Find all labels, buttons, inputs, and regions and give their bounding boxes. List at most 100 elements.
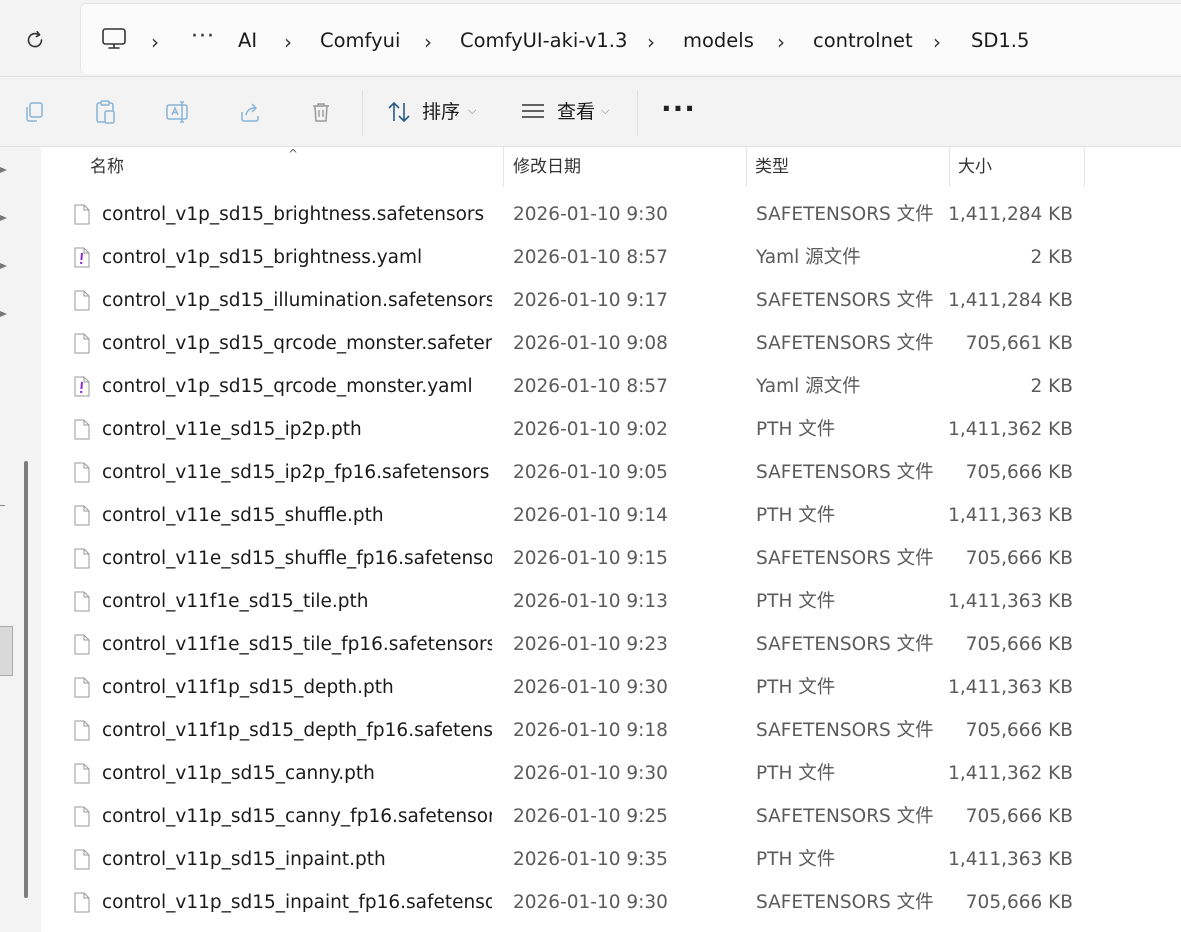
chevron-right-icon[interactable]: ›: [777, 30, 785, 54]
file-type: PTH 文件: [756, 505, 836, 526]
pin-icon[interactable]: [0, 165, 10, 175]
file-row[interactable]: control_v11p_sd15_canny_fp16.safetensors…: [41, 796, 1181, 839]
sort-button[interactable]: 排序 ⌵: [380, 78, 490, 146]
breadcrumb-item[interactable]: Comfyui: [320, 28, 400, 54]
file-date: 2026-01-10 9:35: [513, 849, 668, 870]
file-size: 2 KB: [1030, 376, 1073, 397]
chevron-right-icon[interactable]: ›: [647, 30, 655, 54]
yaml-file-icon: [74, 247, 90, 268]
yaml-file-icon: [74, 376, 90, 397]
nav-item-selected[interactable]: [0, 626, 13, 676]
file-row[interactable]: control_v11f1p_sd15_depth.pth 2026-01-10 …: [41, 667, 1181, 710]
blank-file-icon: [74, 677, 90, 698]
file-row[interactable]: control_v1p_sd15_brightness.safetensors 2…: [41, 194, 1181, 237]
blank-file-icon: [74, 849, 90, 870]
sort-label: 排序: [422, 101, 461, 123]
breadcrumb-item[interactable]: models: [683, 28, 754, 54]
file-size: 1,411,284 KB: [948, 204, 1073, 225]
column-header-name[interactable]: 名称: [90, 147, 124, 187]
file-name: control_v11f1p_sd15_depth.pth: [102, 677, 394, 698]
pin-icon[interactable]: [0, 213, 10, 223]
file-name: control_v11p_sd15_canny.pth: [102, 763, 375, 784]
more-icon[interactable]: ···: [661, 92, 696, 125]
divider: [0, 505, 5, 506]
file-row[interactable]: control_v11e_sd15_shuffle.pth 2026-01-10 …: [41, 495, 1181, 538]
file-row[interactable]: control_v11p_sd15_canny.pth 2026-01-10 9:…: [41, 753, 1181, 796]
column-header-date[interactable]: 修改日期: [513, 147, 581, 187]
file-size: 2 KB: [1030, 247, 1073, 268]
column-separator[interactable]: [1084, 147, 1085, 187]
file-name: control_v1p_sd15_brightness.safetensors: [102, 204, 485, 225]
blank-file-icon: [74, 720, 90, 741]
file-row[interactable]: control_v11f1e_sd15_tile.pth 2026-01-10 9…: [41, 581, 1181, 624]
file-size: 705,666 KB: [965, 462, 1073, 483]
file-type: PTH 文件: [756, 419, 836, 440]
view-button[interactable]: 查看 ⌵: [515, 78, 625, 146]
share-button[interactable]: [234, 96, 266, 128]
blank-file-icon: [74, 634, 90, 655]
breadcrumb-item[interactable]: ComfyUI-aki-v1.3: [460, 28, 627, 54]
blank-file-icon: [74, 806, 90, 827]
file-name: control_v11e_sd15_ip2p.pth: [102, 419, 362, 440]
blank-file-icon: [74, 763, 90, 784]
file-row[interactable]: control_v11f1p_sd15_depth_fp16.safetenso…: [41, 710, 1181, 753]
file-name: control_v11f1e_sd15_tile.pth: [102, 591, 369, 612]
file-date: 2026-01-10 8:57: [513, 247, 668, 268]
pin-icon[interactable]: [0, 309, 10, 319]
address-bar[interactable]: › ··· AI › Comfyui › ComfyUI-aki-v1.3 › …: [80, 3, 1181, 74]
file-size: 705,666 KB: [965, 806, 1073, 827]
file-row[interactable]: control_v11p_sd15_inpaint.pth 2026-01-10 …: [41, 839, 1181, 882]
breadcrumb-item-current[interactable]: SD1.5: [971, 28, 1029, 54]
navigation-pane: [0, 147, 40, 932]
file-name: control_v11p_sd15_inpaint.pth: [102, 849, 386, 870]
file-type: PTH 文件: [756, 763, 836, 784]
file-type: SAFETENSORS 文件: [756, 806, 934, 827]
file-name: control_v11p_sd15_inpaint_fp16.safetenso…: [102, 892, 492, 913]
file-row[interactable]: control_v1p_sd15_qrcode_monster.yaml 2026…: [41, 366, 1181, 409]
delete-button[interactable]: [305, 96, 337, 128]
nav-scrollbar-thumb[interactable]: [24, 461, 28, 898]
file-date: 2026-01-10 9:23: [513, 634, 668, 655]
file-row[interactable]: control_v11p_sd15_inpaint_fp16.safetenso…: [41, 882, 1181, 925]
file-row[interactable]: control_v11e_sd15_ip2p_fp16.safetensors 2…: [41, 452, 1181, 495]
chevron-right-icon[interactable]: ›: [933, 30, 941, 54]
file-row[interactable]: control_v1p_sd15_brightness.yaml 2026-01-…: [41, 237, 1181, 280]
paste-button[interactable]: [90, 96, 122, 128]
copy-button[interactable]: [18, 96, 50, 128]
chevron-right-icon[interactable]: ›: [424, 30, 432, 54]
delete-icon: [313, 103, 329, 122]
column-separator[interactable]: [503, 147, 504, 187]
breadcrumb-item[interactable]: AI: [238, 28, 257, 54]
file-date: 2026-01-10 9:02: [513, 419, 668, 440]
refresh-button[interactable]: [19, 24, 51, 56]
file-name: control_v1p_sd15_qrcode_monster.yaml: [102, 376, 473, 397]
breadcrumb-overflow-button[interactable]: ···: [191, 24, 215, 49]
column-separator[interactable]: [746, 147, 747, 187]
file-date: 2026-01-10 9:15: [513, 548, 668, 569]
breadcrumb-item[interactable]: controlnet: [813, 28, 913, 54]
file-size: 1,411,362 KB: [948, 419, 1073, 440]
file-size: 705,661 KB: [965, 333, 1073, 354]
column-separator[interactable]: [949, 147, 950, 187]
file-row[interactable]: control_v11e_sd15_shuffle_fp16.safetenso…: [41, 538, 1181, 581]
file-name: control_v11e_sd15_ip2p_fp16.safetensors: [102, 462, 490, 483]
rename-button[interactable]: [162, 96, 194, 128]
file-row[interactable]: control_v11f1e_sd15_tile_fp16.safetensor…: [41, 624, 1181, 667]
file-date: 2026-01-10 9:14: [513, 505, 668, 526]
file-size: 705,666 KB: [965, 892, 1073, 913]
file-type: SAFETENSORS 文件: [756, 720, 934, 741]
chevron-right-icon[interactable]: ›: [151, 30, 159, 54]
file-row[interactable]: control_v1p_sd15_illumination.safetensor…: [41, 280, 1181, 323]
file-date: 2026-01-10 8:57: [513, 376, 668, 397]
blank-file-icon: [74, 462, 90, 483]
chevron-right-icon[interactable]: ›: [284, 30, 292, 54]
pin-icon[interactable]: [0, 261, 10, 271]
file-type: SAFETENSORS 文件: [756, 462, 934, 483]
file-size: 1,411,363 KB: [948, 677, 1073, 698]
column-header-type[interactable]: 类型: [755, 147, 789, 187]
file-row[interactable]: control_v1p_sd15_qrcode_monster.safetens…: [41, 323, 1181, 366]
file-date: 2026-01-10 9:30: [513, 677, 668, 698]
file-row[interactable]: control_v11e_sd15_ip2p.pth 2026-01-10 9:0…: [41, 409, 1181, 452]
column-header-size[interactable]: 大小: [958, 147, 992, 187]
file-type: SAFETENSORS 文件: [756, 892, 934, 913]
